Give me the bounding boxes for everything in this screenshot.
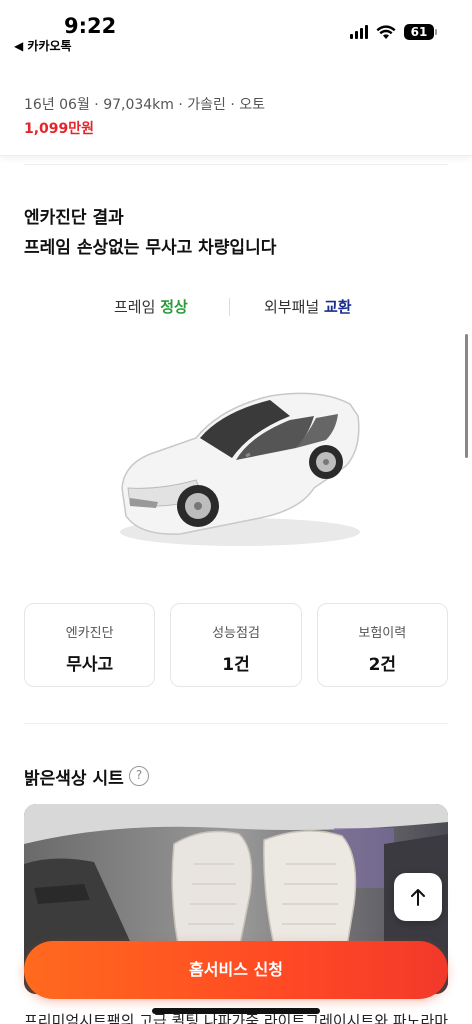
car-summary-meta: 16년 06월 · 97,034km · 가솔린 · 오토 [24, 97, 266, 113]
stat-value: 1건 [222, 655, 250, 675]
stat-label: 엔카진단 [65, 626, 114, 641]
panel-label: 외부패널 [264, 298, 320, 316]
frame-status: 프레임 정상 [114, 296, 188, 317]
status-time: 9:22 [64, 14, 117, 38]
status-divider [229, 298, 230, 316]
frame-label: 프레임 [114, 298, 156, 316]
car-summary-header: 16년 06월 · 97,034km · 가솔린 · 오토 1,099만원 [0, 60, 472, 156]
diagnosis-status-row: 프레임 정상 외부패널 교환 [0, 296, 472, 320]
stat-label: 성능점검 [212, 626, 260, 641]
scroll-to-top-button[interactable] [394, 873, 442, 921]
stat-card-inspection[interactable]: 성능점검 1건 [170, 603, 302, 687]
help-icon[interactable]: ? [129, 766, 149, 786]
stat-card-diagnosis[interactable]: 엔카진단 무사고 [24, 603, 156, 687]
back-to-app-link[interactable]: ◀ 카카오톡 [14, 37, 72, 54]
diagnosis-title-line1: 엔카진단 결과 [24, 208, 124, 228]
panel-status: 외부패널 교환 [264, 296, 352, 317]
seat-section-title: 밝은색상 시트 [24, 769, 124, 789]
car-price: 1,099만원 [24, 121, 95, 137]
diagnosis-title-line2: 프레임 손상없는 무사고 차량입니다 [24, 238, 277, 258]
arrow-up-icon [411, 889, 425, 906]
home-service-apply-button[interactable]: 홈서비스 신청 [24, 941, 448, 999]
stat-value: 2건 [368, 655, 397, 675]
history-stats: 엔카진단 무사고 성능점검 1건 보험이력 2건 [24, 603, 448, 687]
scroll-indicator[interactable] [465, 334, 468, 458]
frame-value: 정상 [160, 298, 188, 316]
stat-label: 보험이력 [358, 626, 407, 641]
divider [24, 723, 448, 724]
diagnosis-title: 엔카진단 결과 프레임 손상없는 무사고 차량입니다 [24, 203, 276, 263]
signal-icon [350, 25, 368, 39]
status-bar: 9:22 ◀ 카카오톡 61 [0, 0, 472, 60]
status-icons: 61 [350, 24, 437, 40]
panel-value: 교환 [323, 298, 352, 316]
stat-card-insurance[interactable]: 보험이력 2건 [316, 603, 448, 687]
car-diagram-image[interactable] [100, 376, 380, 556]
wifi-icon [376, 24, 396, 39]
divider [24, 164, 448, 165]
battery-icon: 61 [404, 24, 437, 40]
stat-value: 무사고 [66, 655, 114, 675]
home-indicator[interactable] [152, 1008, 320, 1014]
